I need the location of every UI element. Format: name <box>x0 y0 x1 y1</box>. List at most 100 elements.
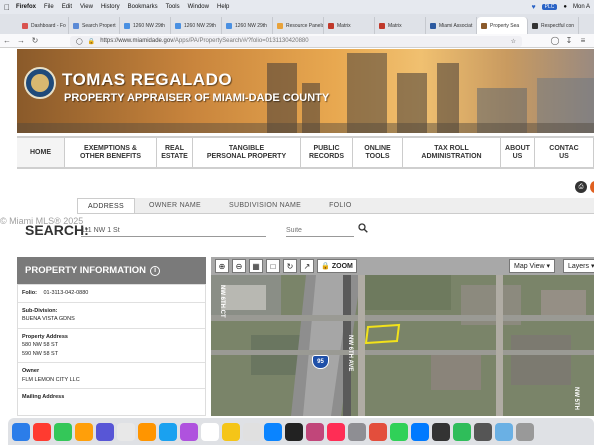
street-label-nw-6th-ct: NW 6TH CT <box>219 285 225 318</box>
freeform-icon[interactable] <box>243 422 261 441</box>
zoom-in-icon[interactable]: ⊕ <box>215 259 229 273</box>
share-icon[interactable] <box>590 181 594 193</box>
messages-icon[interactable] <box>54 422 72 441</box>
finder-icon[interactable] <box>12 422 30 441</box>
site-nav-item[interactable]: ONLINE TOOLS <box>353 138 403 167</box>
county-seal-logo[interactable] <box>24 67 56 99</box>
menu-app-name[interactable]: Firefox <box>16 4 36 10</box>
browser-tab[interactable]: Matrix <box>324 17 375 34</box>
tab-address[interactable]: ADDRESS <box>77 198 135 213</box>
notes-icon[interactable] <box>201 422 219 441</box>
macos-menu-bar:  Firefox File Edit View History Bookmar… <box>0 0 594 14</box>
menu-edit[interactable]: Edit <box>62 4 72 10</box>
pocket-icon[interactable]: ◯ <box>548 36 562 45</box>
menu-tools[interactable]: Tools <box>166 4 180 10</box>
subdivision-value: BUENA VISTA GDNS <box>22 316 75 322</box>
zoom-lock-button[interactable]: 🔒 ZOOM <box>317 259 357 273</box>
back-icon[interactable]: ← <box>0 36 14 45</box>
reminders-icon[interactable] <box>222 422 240 441</box>
browser-tab[interactable]: Property Sea <box>477 17 528 34</box>
browser-tab[interactable]: 1260 NW 29th <box>222 17 273 34</box>
browser-tab[interactable]: Respectful con <box>528 17 579 34</box>
site-title[interactable]: TOMAS REGALADO <box>62 70 232 90</box>
downloads-icon[interactable]: ↧ <box>562 36 576 45</box>
shield-icon[interactable]: ♥ <box>531 4 535 11</box>
print-icon[interactable]: ⎙ <box>575 181 587 193</box>
zoom-out-icon[interactable]: ⊖ <box>232 259 246 273</box>
firefox-icon[interactable] <box>75 422 93 441</box>
news-icon[interactable] <box>327 422 345 441</box>
browser-tab[interactable]: Search Propert <box>69 17 120 34</box>
select-box-icon[interactable]: □ <box>266 259 280 273</box>
browser-tab-label: Property Sea <box>490 22 520 29</box>
facetime-icon[interactable] <box>390 422 408 441</box>
whatsapp-icon[interactable] <box>453 422 471 441</box>
site-nav-item[interactable]: HOME <box>17 138 65 167</box>
preview-icon[interactable] <box>495 422 513 441</box>
appstore-icon[interactable] <box>411 422 429 441</box>
menu-history[interactable]: History <box>101 4 120 10</box>
interstate-number: 95 <box>317 359 324 365</box>
settings-icon[interactable] <box>348 422 366 441</box>
suite-input[interactable] <box>286 225 354 237</box>
browser-tab[interactable]: Matrix <box>375 17 426 34</box>
music-icon[interactable] <box>33 422 51 441</box>
chrome-icon[interactable] <box>369 422 387 441</box>
site-nav-item[interactable]: REAL ESTATE <box>157 138 193 167</box>
browser-tab[interactable]: Miami Associat <box>426 17 477 34</box>
site-nav-item[interactable]: CONTAC US <box>535 138 594 167</box>
aerial-map[interactable]: NW 6TH CT NW 6TH AVE NW 5TH 95 <box>211 275 594 416</box>
address-search-input[interactable] <box>81 225 266 237</box>
url-bar[interactable]: ◯ 🔒 https://www.miamidade.gov/Apps/PA/Pr… <box>70 35 522 47</box>
menu-clock[interactable]: Mon A <box>573 4 590 10</box>
site-nav-item[interactable]: EXEMPTIONS & OTHER BENEFITS <box>65 138 157 167</box>
browser-tab[interactable]: Resource Panels <box>273 17 324 34</box>
tab-owner-name[interactable]: OWNER NAME <box>135 198 215 213</box>
zoom-label: ZOOM <box>331 262 353 270</box>
measure-icon[interactable]: ▦ <box>249 259 263 273</box>
terminal-icon[interactable] <box>432 422 450 441</box>
screen-icon[interactable] <box>474 422 492 441</box>
app-icon[interactable] <box>306 422 324 441</box>
menu-window[interactable]: Window <box>188 4 209 10</box>
site-nav-item[interactable]: ABOUT US <box>501 138 535 167</box>
safari-icon[interactable] <box>264 422 282 441</box>
site-nav-label-line2: US <box>559 152 569 160</box>
photos-icon[interactable] <box>117 422 135 441</box>
refresh-icon[interactable]: ↻ <box>283 259 297 273</box>
reload-icon[interactable]: ↻ <box>28 36 42 45</box>
plc-status[interactable]: PLC <box>541 4 558 10</box>
expand-icon[interactable]: ↗ <box>300 259 314 273</box>
appletv-icon[interactable] <box>285 422 303 441</box>
browser-tab[interactable]: Dashboard - Fo <box>18 17 69 34</box>
tab-favicon-icon <box>22 22 28 29</box>
tab-folio[interactable]: FOLIO <box>315 198 366 213</box>
trash-icon[interactable] <box>516 422 534 441</box>
search-icon[interactable] <box>358 223 370 235</box>
bookmark-star-icon[interactable]: ☆ <box>511 38 516 45</box>
mail-icon[interactable] <box>159 422 177 441</box>
wifi-icon[interactable]: ● <box>563 4 567 10</box>
map-view-dropdown[interactable]: Map View ▾ <box>509 259 556 273</box>
layers-dropdown[interactable]: Layers ▾ <box>563 259 594 273</box>
site-nav-label-line1: ABOUT <box>505 144 530 152</box>
tab-favicon-icon <box>175 22 181 29</box>
menu-bookmarks[interactable]: Bookmarks <box>128 4 158 10</box>
browser-tab[interactable]: 1260 NW 29th <box>120 17 171 34</box>
site-nav-item[interactable]: PUBLIC RECORDS <box>301 138 353 167</box>
podcasts-icon[interactable] <box>180 422 198 441</box>
info-icon[interactable]: i <box>150 265 161 276</box>
browser-tab[interactable]: 1260 NW 29th <box>171 17 222 34</box>
menu-file[interactable]: File <box>44 4 54 10</box>
site-nav-label-line1: ONLINE <box>364 144 391 152</box>
menu-view[interactable]: View <box>80 4 93 10</box>
launchpad-icon[interactable] <box>96 422 114 441</box>
extensions-icon[interactable]: ≡ <box>576 36 590 45</box>
calendar-icon[interactable] <box>138 422 156 441</box>
menu-help[interactable]: Help <box>217 4 229 10</box>
site-nav-item[interactable]: TANGIBLE PERSONAL PROPERTY <box>193 138 301 167</box>
apple-menu-icon[interactable]:  <box>4 3 10 12</box>
forward-icon[interactable]: → <box>14 36 28 45</box>
site-nav-item[interactable]: TAX ROLL ADMINISTRATION <box>403 138 501 167</box>
tab-subdivision-name[interactable]: SUBDIVISION NAME <box>215 198 315 213</box>
